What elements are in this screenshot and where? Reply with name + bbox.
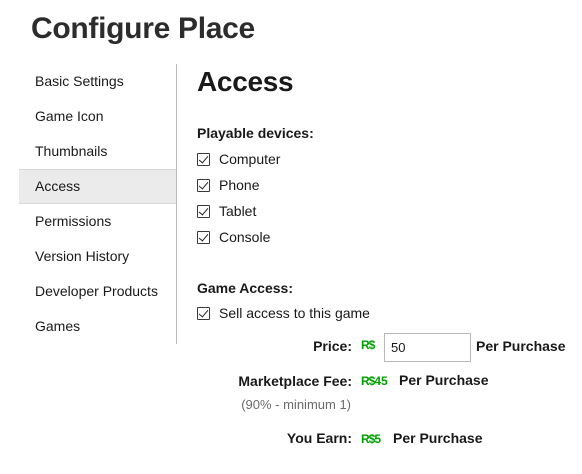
sidebar-item-games[interactable]: Games (19, 309, 176, 344)
sidebar-nav: Basic Settings Game Icon Thumbnails Acce… (19, 64, 177, 344)
sidebar-item-game-icon[interactable]: Game Icon (19, 99, 176, 134)
sell-access-option: Sell access to this game (197, 304, 370, 322)
tablet-checkbox[interactable] (197, 204, 210, 218)
device-option-tablet: Tablet (197, 202, 256, 220)
page-title: Configure Place (31, 12, 255, 45)
section-title: Access (197, 66, 294, 97)
sidebar-item-permissions[interactable]: Permissions (19, 204, 176, 239)
fee-currency: R$ (361, 374, 375, 388)
you-earn-amount: 5 (374, 432, 382, 446)
robux-icon: R$5 (361, 432, 381, 446)
price-label: Price: (313, 338, 352, 354)
sidebar-item-version-history[interactable]: Version History (19, 239, 176, 274)
marketplace-fee-note: (90% - minimum 1) (241, 397, 351, 412)
you-earn-suffix: Per Purchase (393, 430, 483, 446)
marketplace-fee-label: Marketplace Fee: (238, 373, 352, 389)
sell-access-checkbox[interactable] (197, 306, 210, 320)
playable-devices-label: Playable devices: (197, 125, 314, 141)
sidebar-item-basic-settings[interactable]: Basic Settings (19, 64, 176, 99)
game-access-label: Game Access: (197, 280, 293, 296)
phone-checkbox[interactable] (197, 178, 210, 192)
tablet-label: Tablet (219, 203, 257, 219)
sidebar-item-developer-products[interactable]: Developer Products (19, 274, 176, 309)
device-option-console: Console (197, 228, 270, 246)
phone-label: Phone (219, 177, 260, 193)
sidebar-item-access[interactable]: Access (19, 169, 176, 204)
console-checkbox[interactable] (197, 230, 210, 244)
sidebar-item-thumbnails[interactable]: Thumbnails (19, 134, 176, 169)
robux-icon: R$ (361, 338, 375, 352)
price-input[interactable] (384, 333, 471, 362)
price-suffix: Per Purchase (476, 338, 566, 354)
computer-label: Computer (219, 151, 281, 167)
sell-access-label: Sell access to this game (219, 305, 370, 321)
robux-icon: R$45 (361, 374, 388, 388)
marketplace-fee-amount: 45 (374, 374, 388, 388)
device-option-phone: Phone (197, 176, 259, 194)
console-label: Console (219, 229, 271, 245)
earn-currency: R$ (361, 432, 375, 446)
computer-checkbox[interactable] (197, 152, 210, 166)
you-earn-label: You Earn: (286, 430, 352, 446)
marketplace-fee-suffix: Per Purchase (399, 372, 489, 388)
device-option-computer: Computer (197, 150, 280, 168)
